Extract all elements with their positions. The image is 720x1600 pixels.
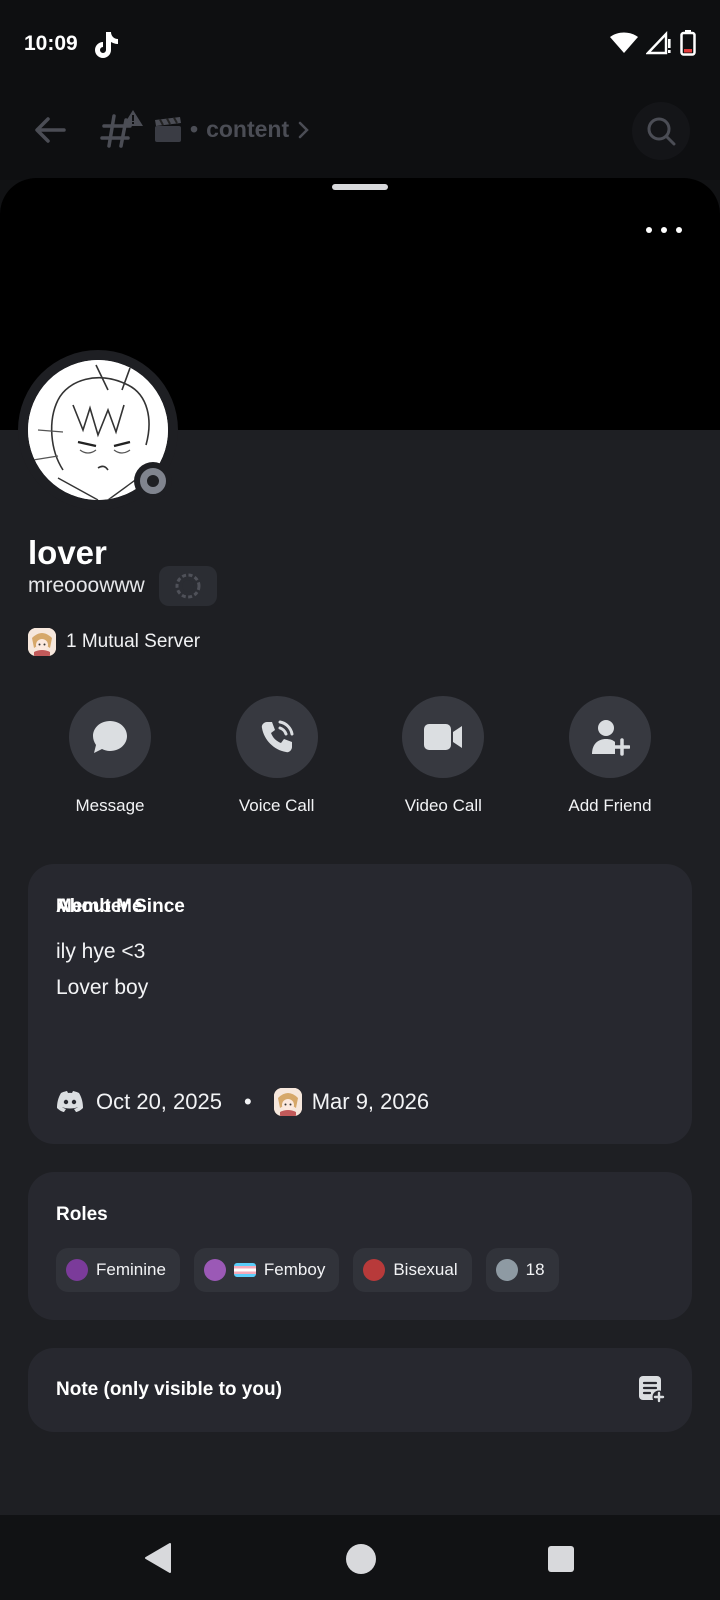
separator-dot: • xyxy=(243,1089,252,1114)
role-label: 18 xyxy=(525,1260,545,1279)
add-friend-label: Add Friend xyxy=(568,796,652,815)
voice-call-button[interactable] xyxy=(235,696,318,778)
roles-card: Roles Feminine Femboy Bisexual 18 xyxy=(28,1172,692,1320)
role-chip[interactable]: 18 xyxy=(485,1248,559,1292)
status-bar: 10:09 xyxy=(0,0,720,88)
trans-flag-icon xyxy=(233,1263,256,1277)
note-title: Note (only visible to you) xyxy=(56,1379,282,1400)
offline-status-indicator xyxy=(134,462,172,500)
search-icon xyxy=(647,117,676,146)
mutual-servers-row[interactable]: 1 Mutual Server xyxy=(28,628,200,656)
nav-recents-button[interactable] xyxy=(548,1546,574,1572)
chevron-right-icon xyxy=(298,121,309,138)
navigation-bar xyxy=(0,1516,720,1600)
voice-call-action[interactable]: Voice Call xyxy=(195,696,359,816)
member-since-row: Oct 20, 2025 • Mar 9, 2026 xyxy=(56,1088,429,1116)
back-arrow-icon[interactable] xyxy=(30,110,70,150)
dot xyxy=(646,227,652,233)
clapper-icon xyxy=(155,116,181,142)
channel-header: • content xyxy=(0,88,720,180)
message-label: Message xyxy=(75,796,145,815)
roles-title: Roles xyxy=(56,1204,108,1225)
role-chip[interactable]: Feminine xyxy=(56,1248,180,1292)
video-call-button[interactable] xyxy=(402,696,485,778)
profile-sheet: lover mreooowww 1 Mutual Server Message … xyxy=(0,178,720,1515)
mutual-servers-label: 1 Mutual Server xyxy=(66,631,201,652)
roles-list: Feminine Femboy Bisexual 18 xyxy=(56,1248,559,1292)
role-color-dot xyxy=(203,1259,226,1281)
video-call-action[interactable]: Video Call xyxy=(361,696,525,816)
avatar-ring xyxy=(18,350,178,510)
server-join-date: Mar 9, 2026 xyxy=(311,1089,430,1114)
add-friend-icon xyxy=(591,720,630,756)
tiktok-icon xyxy=(95,32,118,58)
role-label: Feminine xyxy=(96,1260,166,1279)
channel-name-label: content xyxy=(206,116,290,142)
more-options-button[interactable] xyxy=(646,218,682,242)
voice-call-label: Voice Call xyxy=(238,796,315,815)
about-me-card: About Me ily hye <3 Lover boy Member Sin… xyxy=(28,864,692,1144)
dot xyxy=(661,227,667,233)
wifi-icon xyxy=(610,32,638,53)
role-chip[interactable]: Femboy xyxy=(193,1248,340,1292)
role-label: Femboy xyxy=(263,1260,326,1279)
status-icons xyxy=(610,30,696,56)
role-label: Bisexual xyxy=(393,1260,458,1279)
video-icon xyxy=(424,724,463,750)
role-chip[interactable]: Bisexual xyxy=(353,1248,472,1292)
battery-icon xyxy=(680,30,696,56)
drag-handle[interactable] xyxy=(332,184,388,190)
channel-search-button[interactable] xyxy=(632,102,690,160)
signal-icon xyxy=(646,31,671,55)
server-icon xyxy=(273,1088,302,1116)
dot xyxy=(676,227,682,233)
add-friend-action[interactable]: Add Friend xyxy=(528,696,692,816)
message-button[interactable] xyxy=(69,696,151,778)
laurel-badge-icon xyxy=(175,573,201,599)
nav-back-icon[interactable] xyxy=(144,1542,172,1574)
role-color-dot xyxy=(66,1259,88,1281)
role-color-dot xyxy=(495,1259,518,1281)
message-icon xyxy=(93,721,127,753)
message-action[interactable]: Message xyxy=(28,696,192,816)
username[interactable]: mreooowww xyxy=(28,574,145,598)
username-row: mreooowww xyxy=(28,566,217,606)
phone-icon xyxy=(261,720,294,753)
video-call-label: Video Call xyxy=(404,796,482,815)
discord-icon xyxy=(57,1091,83,1112)
note-card[interactable]: Note (only visible to you) xyxy=(28,1348,692,1432)
channel-dot: • xyxy=(190,116,199,142)
action-buttons: Message Voice Call Video Call Add Friend xyxy=(28,696,692,816)
server-icon xyxy=(28,628,56,656)
discord-join-date: Oct 20, 2025 xyxy=(96,1089,222,1114)
member-since-title: Member Since xyxy=(56,896,185,917)
channel-name[interactable]: • content xyxy=(154,116,311,143)
add-note-icon[interactable] xyxy=(638,1374,666,1404)
nav-home-button[interactable] xyxy=(346,1544,376,1574)
role-color-dot xyxy=(363,1259,386,1281)
channel-hash-warning-icon xyxy=(100,110,143,148)
profile-badge[interactable] xyxy=(158,566,217,606)
add-friend-button[interactable] xyxy=(568,696,651,778)
about-line-2: Lover boy xyxy=(56,976,149,999)
about-line-1: ily hye <3 xyxy=(56,940,146,963)
status-time: 10:09 xyxy=(24,32,78,55)
